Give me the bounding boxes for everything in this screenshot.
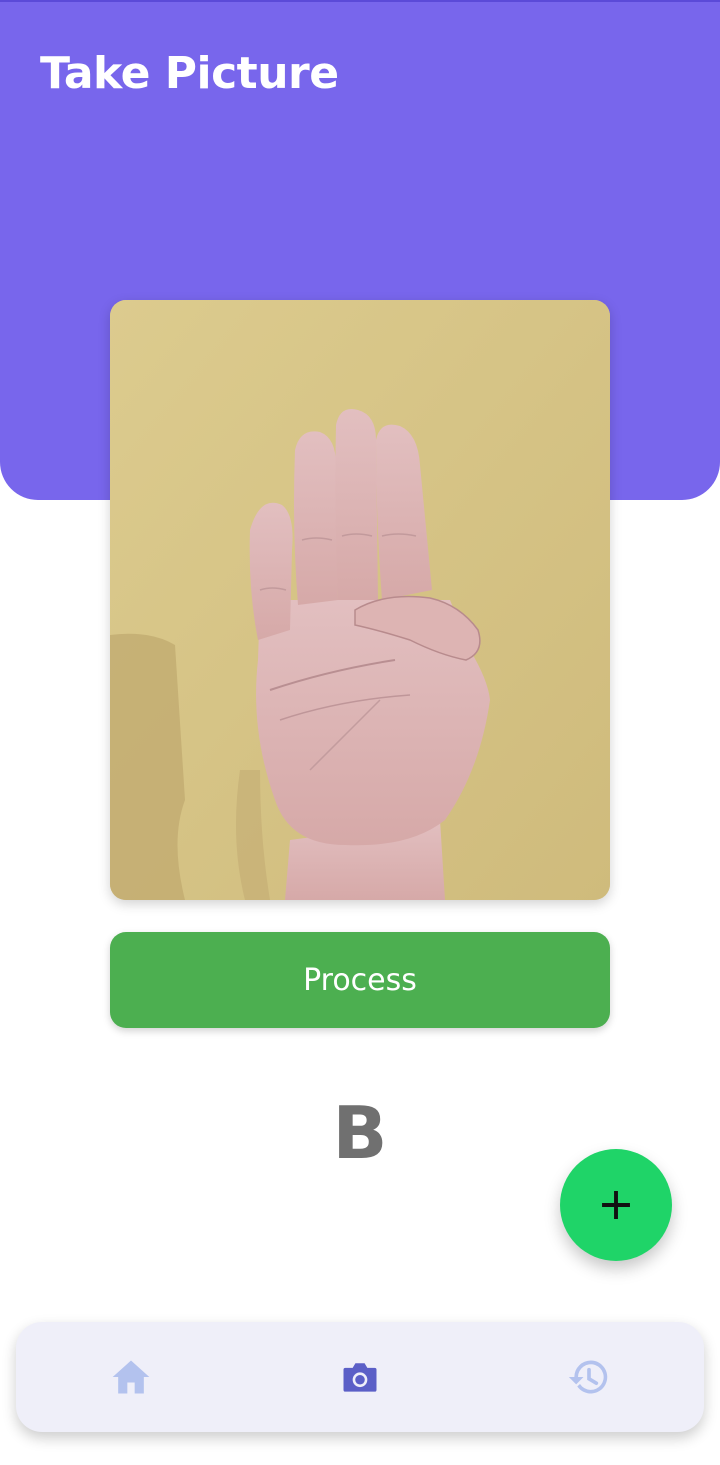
hand-sign-image	[110, 300, 610, 900]
nav-item-camera[interactable]	[300, 1327, 420, 1427]
camera-icon	[343, 1363, 377, 1392]
prediction-result: B	[332, 1091, 388, 1175]
bottom-navigation	[16, 1322, 704, 1432]
nav-item-history[interactable]	[529, 1327, 649, 1427]
process-button[interactable]: Process	[110, 932, 610, 1028]
history-icon	[569, 1360, 608, 1394]
captured-photo	[110, 300, 610, 900]
add-fab-button[interactable]	[560, 1149, 672, 1261]
plus-icon	[602, 1191, 630, 1219]
nav-item-home[interactable]	[71, 1327, 191, 1427]
page-title: Take Picture	[40, 48, 339, 99]
take-picture-screen: Take Picture Process B	[0, 0, 720, 1465]
home-icon	[112, 1360, 149, 1394]
